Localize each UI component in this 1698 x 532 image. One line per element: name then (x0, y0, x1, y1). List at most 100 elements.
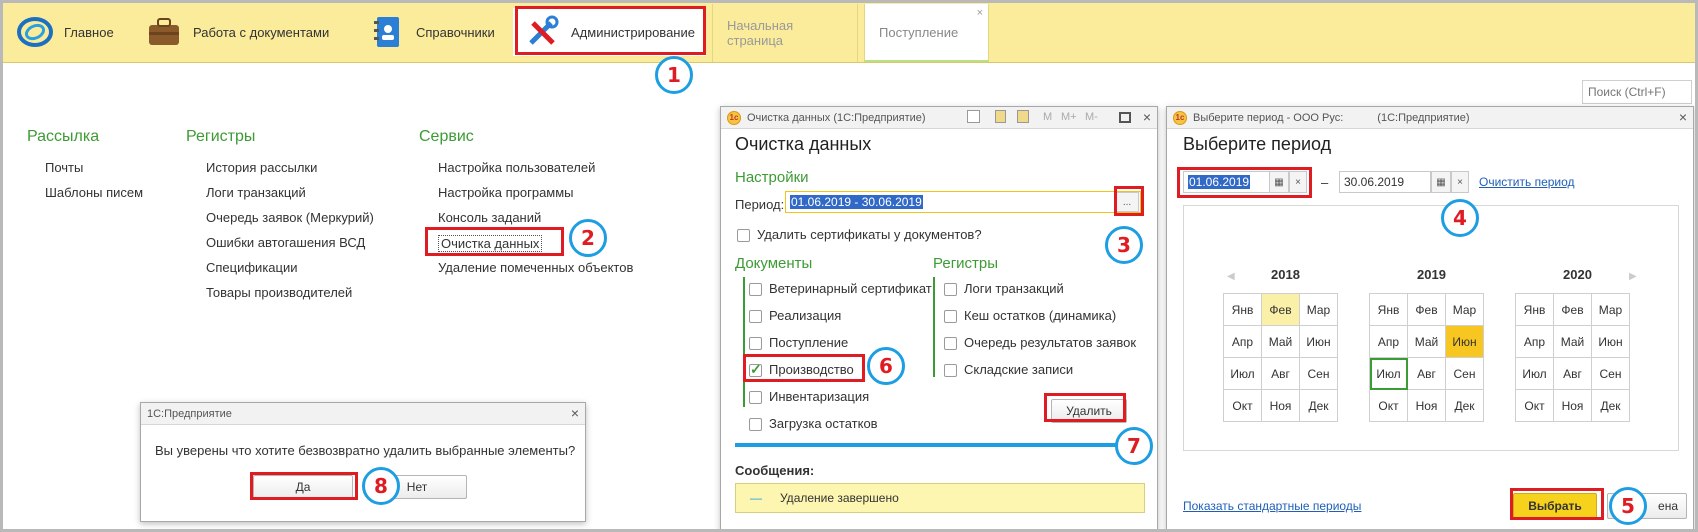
month-cell[interactable]: Окт (1370, 390, 1408, 422)
menu-item-program-settings[interactable]: Настройка программы (438, 185, 574, 200)
month-cell[interactable]: Дек (1446, 390, 1484, 422)
search-input[interactable] (1582, 80, 1692, 104)
months-grid-2018: Янв Фев Мар Апр Май Июн Июл Авг Сен Окт … (1223, 293, 1338, 422)
tab-close-icon[interactable]: × (977, 7, 983, 19)
month-cell[interactable]: Ноя (1554, 390, 1592, 422)
delete-button[interactable]: Удалить (1051, 399, 1127, 423)
period-choose-button[interactable]: ... (1115, 192, 1139, 212)
month-cell[interactable]: Мар (1446, 294, 1484, 326)
confirm-yes-button[interactable]: Да (253, 475, 353, 499)
period-label: Период: (735, 197, 785, 212)
month-cell[interactable]: Июл (1516, 358, 1554, 390)
month-cell[interactable]: Июн (1592, 326, 1630, 358)
nav-directories-label: Справочники (416, 24, 495, 40)
menu-item-data-cleanup[interactable]: Очистка данных (438, 235, 543, 252)
month-cell-current[interactable]: Июл (1370, 358, 1408, 390)
month-cell[interactable]: Ноя (1262, 390, 1300, 422)
close-icon[interactable]: × (571, 405, 579, 421)
reg-logs-checkbox[interactable] (944, 283, 957, 296)
close-icon[interactable]: × (1679, 109, 1687, 125)
month-cell[interactable]: Май (1262, 326, 1300, 358)
nav-directories[interactable]: Справочники (368, 8, 495, 56)
menu-item-mailboxes[interactable]: Почты (45, 160, 83, 175)
month-cell[interactable]: Фев (1262, 294, 1300, 326)
menu-item-task-console[interactable]: Консоль заданий (438, 210, 541, 225)
nav-documents[interactable]: Работа с документами (145, 8, 329, 56)
delete-certs-checkbox[interactable] (737, 229, 750, 242)
tab-start-page[interactable]: Начальная страница (712, 4, 858, 62)
prev-year-arrow-icon[interactable]: ◀ (1227, 271, 1235, 282)
menu-item-request-queue[interactable]: Очередь заявок (Меркурий) (206, 210, 374, 225)
nav-administration[interactable]: Администрирование (513, 8, 706, 56)
menu-item-transaction-logs[interactable]: Логи транзакций (206, 185, 306, 200)
month-cell[interactable]: Мар (1300, 294, 1338, 326)
nav-main[interactable]: Главное (16, 8, 114, 56)
doc-sales-checkbox[interactable] (749, 310, 762, 323)
step-7-marker: 7 (1115, 427, 1153, 465)
reg-results-queue-checkbox[interactable] (944, 337, 957, 350)
month-cell[interactable]: Сен (1592, 358, 1630, 390)
menu-item-specifications[interactable]: Спецификации (206, 260, 298, 275)
month-cell[interactable]: Апр (1370, 326, 1408, 358)
menu-item-autoclose-errors[interactable]: Ошибки автогашения ВСД (206, 235, 365, 250)
month-cell[interactable]: Авг (1554, 358, 1592, 390)
month-cell-selected[interactable]: Июн (1446, 326, 1484, 358)
month-cell[interactable]: Ноя (1408, 390, 1446, 422)
month-cell[interactable]: Июн (1300, 326, 1338, 358)
progress-bar (735, 443, 1145, 447)
month-cell[interactable]: Сен (1300, 358, 1338, 390)
doc-production-checkbox[interactable] (749, 361, 762, 378)
menu-item-mailing-history[interactable]: История рассылки (206, 160, 317, 175)
messages-title: Сообщения: (735, 463, 815, 478)
date-from-input[interactable]: 01.06.2019 (1183, 171, 1283, 193)
tab-receipt[interactable]: Поступление × (864, 4, 989, 62)
month-cell[interactable]: Янв (1224, 294, 1262, 326)
doc-receipt-checkbox[interactable] (749, 337, 762, 350)
reg-cache-checkbox[interactable] (944, 310, 957, 323)
memory-m-button[interactable]: M (1043, 111, 1052, 123)
menu-item-producer-goods[interactable]: Товары производителей (206, 285, 352, 300)
month-cell[interactable]: Фев (1554, 294, 1592, 326)
month-cell[interactable]: Май (1408, 326, 1446, 358)
doc-inventory-checkbox[interactable] (749, 391, 762, 404)
month-cell[interactable]: Мар (1592, 294, 1630, 326)
month-cell[interactable]: Окт (1224, 390, 1262, 422)
maximize-icon[interactable] (1119, 112, 1131, 123)
period-input[interactable]: 01.06.2019 - 30.06.2019 (785, 191, 1141, 213)
bookmark-icon[interactable] (967, 110, 980, 123)
month-cell[interactable]: Дек (1300, 390, 1338, 422)
month-cell[interactable]: Авг (1408, 358, 1446, 390)
memory-mplus-button[interactable]: M+ (1061, 111, 1077, 123)
table-icon[interactable] (995, 110, 1006, 123)
month-cell[interactable]: Дек (1592, 390, 1630, 422)
month-cell[interactable]: Апр (1516, 326, 1554, 358)
cleanup-heading: Очистка данных (735, 134, 872, 154)
calendar-icon[interactable] (1017, 110, 1029, 123)
date-to-input[interactable]: 30.06.2019 (1339, 171, 1431, 193)
calendar-icon[interactable]: ▦ (1269, 171, 1289, 193)
select-button[interactable]: Выбрать (1513, 493, 1597, 519)
clear-period-link[interactable]: Очистить период (1479, 175, 1575, 189)
calendar-icon[interactable]: ▦ (1431, 171, 1451, 193)
month-cell[interactable]: Май (1554, 326, 1592, 358)
month-cell[interactable]: Янв (1370, 294, 1408, 326)
doc-vet-cert-checkbox[interactable] (749, 283, 762, 296)
clear-to-icon[interactable]: × (1451, 171, 1469, 193)
doc-stock-load-checkbox[interactable] (749, 418, 762, 431)
month-cell[interactable]: Янв (1516, 294, 1554, 326)
month-cell[interactable]: Сен (1446, 358, 1484, 390)
next-year-arrow-icon[interactable]: ▶ (1629, 271, 1637, 282)
month-cell[interactable]: Окт (1516, 390, 1554, 422)
month-cell[interactable]: Авг (1262, 358, 1300, 390)
menu-item-user-settings[interactable]: Настройка пользователей (438, 160, 595, 175)
month-cell[interactable]: Фев (1408, 294, 1446, 326)
reg-warehouse-checkbox[interactable] (944, 364, 957, 377)
show-standard-periods-link[interactable]: Показать стандартные периоды (1183, 499, 1361, 513)
menu-item-letter-templates[interactable]: Шаблоны писем (45, 185, 143, 200)
close-icon[interactable]: × (1143, 109, 1151, 125)
month-cell[interactable]: Июл (1224, 358, 1262, 390)
month-cell[interactable]: Апр (1224, 326, 1262, 358)
menu-item-delete-marked[interactable]: Удаление помеченных объектов (438, 260, 633, 275)
memory-mminus-button[interactable]: M- (1085, 111, 1098, 123)
clear-from-icon[interactable]: × (1289, 171, 1307, 193)
